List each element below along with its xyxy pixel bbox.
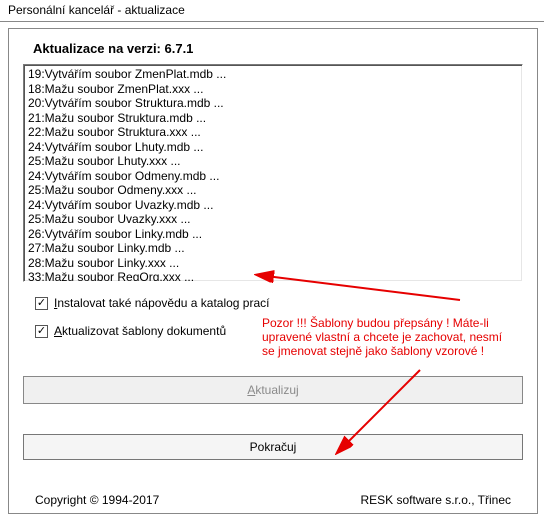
log-line: 24:Vytvářím soubor Lhuty.mdb ...: [28, 140, 518, 155]
footer: Copyright © 1994-2017 RESK software s.r.…: [35, 493, 511, 507]
log-line: 24:Vytvářím soubor Uvazky.mdb ...: [28, 198, 518, 213]
main-frame: Aktualizace na verzi: 6.7.1 19:Vytvářím …: [8, 28, 538, 514]
continue-button[interactable]: Pokračuj: [23, 434, 523, 460]
log-line: 18:Mažu soubor ZmenPlat.xxx ...: [28, 82, 518, 97]
log-line: 33:Mažu soubor RegOrg.xxx ...: [28, 270, 518, 282]
update-log[interactable]: 19:Vytvářím soubor ZmenPlat.mdb ...18:Ma…: [23, 64, 523, 282]
log-line: 25:Mažu soubor Uvazky.xxx ...: [28, 212, 518, 227]
log-line: 25:Mažu soubor Lhuty.xxx ...: [28, 154, 518, 169]
warning-text: Pozor !!! Šablony budou přepsány ! Máte-…: [262, 316, 512, 358]
log-line: 24:Vytvářím soubor Odmeny.mdb ...: [28, 169, 518, 184]
log-line: 19:Vytvářím soubor ZmenPlat.mdb ...: [28, 67, 518, 82]
update-button: Aktualizuj: [23, 376, 523, 404]
log-line: 20:Vytvářím soubor Struktura.mdb ...: [28, 96, 518, 111]
log-line: 25:Mažu soubor Odmeny.xxx ...: [28, 183, 518, 198]
update-templates-checkbox[interactable]: ✓: [35, 325, 48, 338]
log-line: 22:Mažu soubor Struktura.xxx ...: [28, 125, 518, 140]
log-line: 28:Mažu soubor Linky.xxx ...: [28, 256, 518, 271]
install-help-checkbox[interactable]: ✓: [35, 297, 48, 310]
log-line: 27:Mažu soubor Linky.mdb ...: [28, 241, 518, 256]
install-help-label: Instalovat také nápovědu a katalog prací: [54, 296, 270, 310]
page-title: Aktualizace na verzi: 6.7.1: [33, 41, 523, 56]
vendor-text: RESK software s.r.o., Třinec: [361, 493, 512, 507]
window-title: Personální kancelář - aktualizace: [0, 0, 544, 22]
copyright-text: Copyright © 1994-2017: [35, 493, 159, 507]
update-templates-label: Aktualizovat šablony dokumentů: [54, 324, 226, 338]
install-help-row[interactable]: ✓ Instalovat také nápovědu a katalog pra…: [35, 296, 523, 310]
log-line: 26:Vytvářím soubor Linky.mdb ...: [28, 227, 518, 242]
log-line: 21:Mažu soubor Struktura.mdb ...: [28, 111, 518, 126]
